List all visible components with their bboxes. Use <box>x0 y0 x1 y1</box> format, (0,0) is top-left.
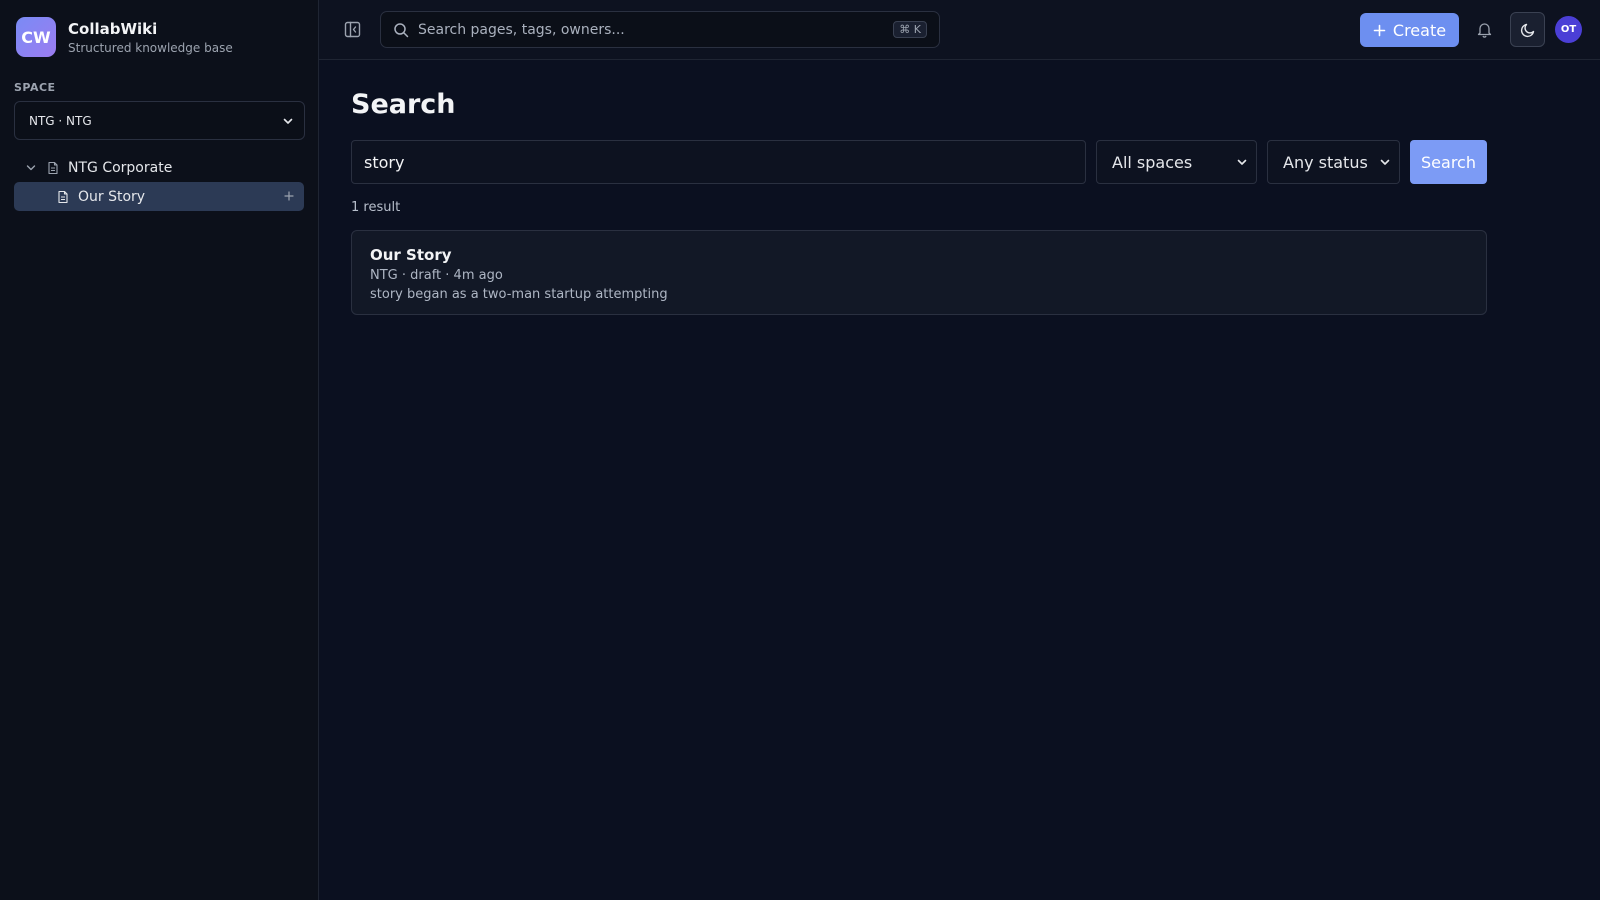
theme-toggle-button[interactable] <box>1510 12 1545 47</box>
shortcut-hint: ⌘ K <box>893 21 927 38</box>
brand-logo: CW <box>16 17 56 57</box>
page-title: Search <box>351 89 456 120</box>
result-snippet: story began as a two-man startup attempt… <box>370 287 668 302</box>
main-column: ⌘ K Create OT Search story All spaces <box>319 0 1600 900</box>
result-count: 1 result <box>351 200 401 215</box>
search-button[interactable]: Search <box>1410 140 1487 184</box>
tree-item-ntg-corporate[interactable]: NTG Corporate <box>14 153 304 182</box>
sidebar-toggle-icon[interactable] <box>344 21 361 38</box>
tree-item-label: Our Story <box>78 188 146 205</box>
space-filter-value: All spaces <box>1112 152 1193 172</box>
chevron-down-icon[interactable] <box>24 161 38 175</box>
brand-subtitle: Structured knowledge base <box>68 40 233 55</box>
user-avatar[interactable]: OT <box>1555 16 1582 43</box>
create-button[interactable]: Create <box>1360 13 1459 47</box>
result-meta: NTG · draft · 4m ago <box>370 268 503 283</box>
brand-name: CollabWiki <box>68 19 158 38</box>
status-filter-select[interactable]: Any status <box>1267 140 1400 184</box>
search-icon <box>394 22 409 37</box>
search-query-value: story <box>364 152 405 172</box>
search-controls: story All spaces Any status Search <box>351 140 1568 184</box>
app-root: CW CollabWiki Structured knowledge base … <box>0 0 1600 900</box>
topbar: ⌘ K Create OT <box>319 0 1600 60</box>
tree-item-our-story[interactable]: Our Story <box>14 182 304 211</box>
status-filter-value: Any status <box>1283 152 1368 172</box>
sidebar: CW CollabWiki Structured knowledge base … <box>0 0 319 900</box>
result-title[interactable]: Our Story <box>370 246 1468 264</box>
search-result[interactable]: Our Story NTG · draft · 4m ago story beg… <box>351 230 1487 315</box>
create-button-label: Create <box>1392 20 1447 40</box>
space-select[interactable]: NTG · NTG <box>14 101 305 140</box>
moon-icon <box>1520 23 1534 37</box>
page-tree: NTG Corporate Our Story <box>14 153 304 211</box>
space-select-value: NTG · NTG <box>29 113 92 128</box>
search-page: Search story All spaces Any status Searc… <box>319 60 1600 315</box>
global-search[interactable]: ⌘ K <box>380 11 940 48</box>
space-label: SPACE <box>14 81 56 94</box>
document-icon <box>48 161 58 174</box>
document-icon <box>58 190 68 203</box>
chevron-down-icon <box>283 118 293 124</box>
notifications-bell-icon[interactable] <box>1476 21 1493 38</box>
tree-item-label: NTG Corporate <box>68 159 173 176</box>
add-child-page-icon[interactable] <box>282 189 296 203</box>
chevron-down-icon <box>1237 159 1247 165</box>
search-query-input[interactable]: story <box>351 140 1086 184</box>
brand[interactable]: CW CollabWiki Structured knowledge base <box>14 17 304 57</box>
plus-icon <box>1373 24 1386 36</box>
global-search-input[interactable] <box>418 21 894 38</box>
chevron-down-icon <box>1380 159 1390 165</box>
space-filter-select[interactable]: All spaces <box>1096 140 1257 184</box>
brand-text: CollabWiki Structured knowledge base <box>68 20 233 55</box>
